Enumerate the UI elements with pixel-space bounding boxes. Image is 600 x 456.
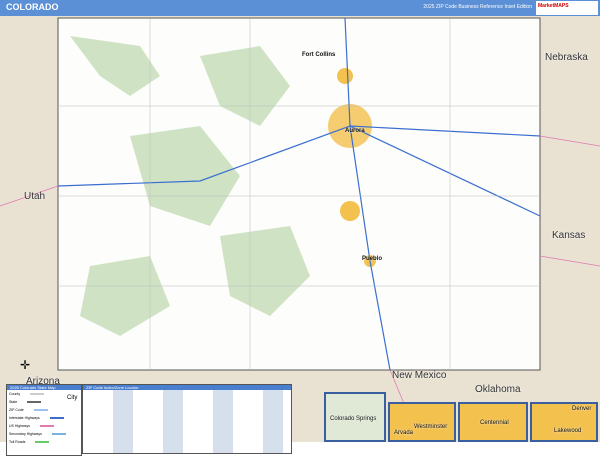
legend-city-label: City	[67, 395, 78, 401]
map-graphic	[0, 16, 600, 442]
state-label-kansas: Kansas	[552, 230, 586, 241]
compass-rose-icon: ✛	[20, 358, 31, 372]
state-label-new-mexico: New Mexico	[392, 370, 447, 381]
inset-arvada-westminster[interactable]: Arvada Westminster	[388, 402, 456, 442]
legend-item: US Highways	[7, 422, 81, 430]
legend-panel: 2025 Colorado State Map County State ZIP…	[6, 384, 82, 456]
state-label-nebraska: Nebraska	[545, 52, 588, 63]
legend-item: Secondary Highways	[7, 430, 81, 438]
publisher-logo: MarketMAPS	[536, 1, 598, 15]
legend-item: ZIP Code	[7, 406, 81, 414]
map-title: COLORADO	[6, 2, 59, 12]
zip-index-title: ZIP Code Index/Zone Locator	[83, 385, 291, 390]
city-label-fort-collins: Fort Collins	[302, 52, 336, 58]
inset-denver-lakewood[interactable]: Denver Lakewood	[530, 402, 598, 442]
inset-colorado-springs[interactable]: Colorado Springs	[324, 392, 386, 442]
legend-item: Toll Roads	[7, 438, 81, 446]
inset-centennial[interactable]: Centennial	[458, 402, 528, 442]
city-label-pueblo: Pueblo	[362, 256, 383, 262]
state-label-utah: Utah	[24, 191, 46, 202]
edition-label: 2025 ZIP Code Business Reference Inset E…	[423, 4, 532, 10]
city-label-aurora: Aurora	[345, 128, 365, 134]
legend-item: Interstate Highways	[7, 414, 81, 422]
header-bar: COLORADO 2025 ZIP Code Business Referenc…	[0, 0, 600, 16]
zip-index-panel: ZIP Code Index/Zone Locator	[82, 384, 292, 454]
state-label-oklahoma: Oklahoma	[475, 384, 521, 395]
map-canvas[interactable]: Nebraska Utah Kansas Arizona New Mexico …	[0, 16, 600, 456]
